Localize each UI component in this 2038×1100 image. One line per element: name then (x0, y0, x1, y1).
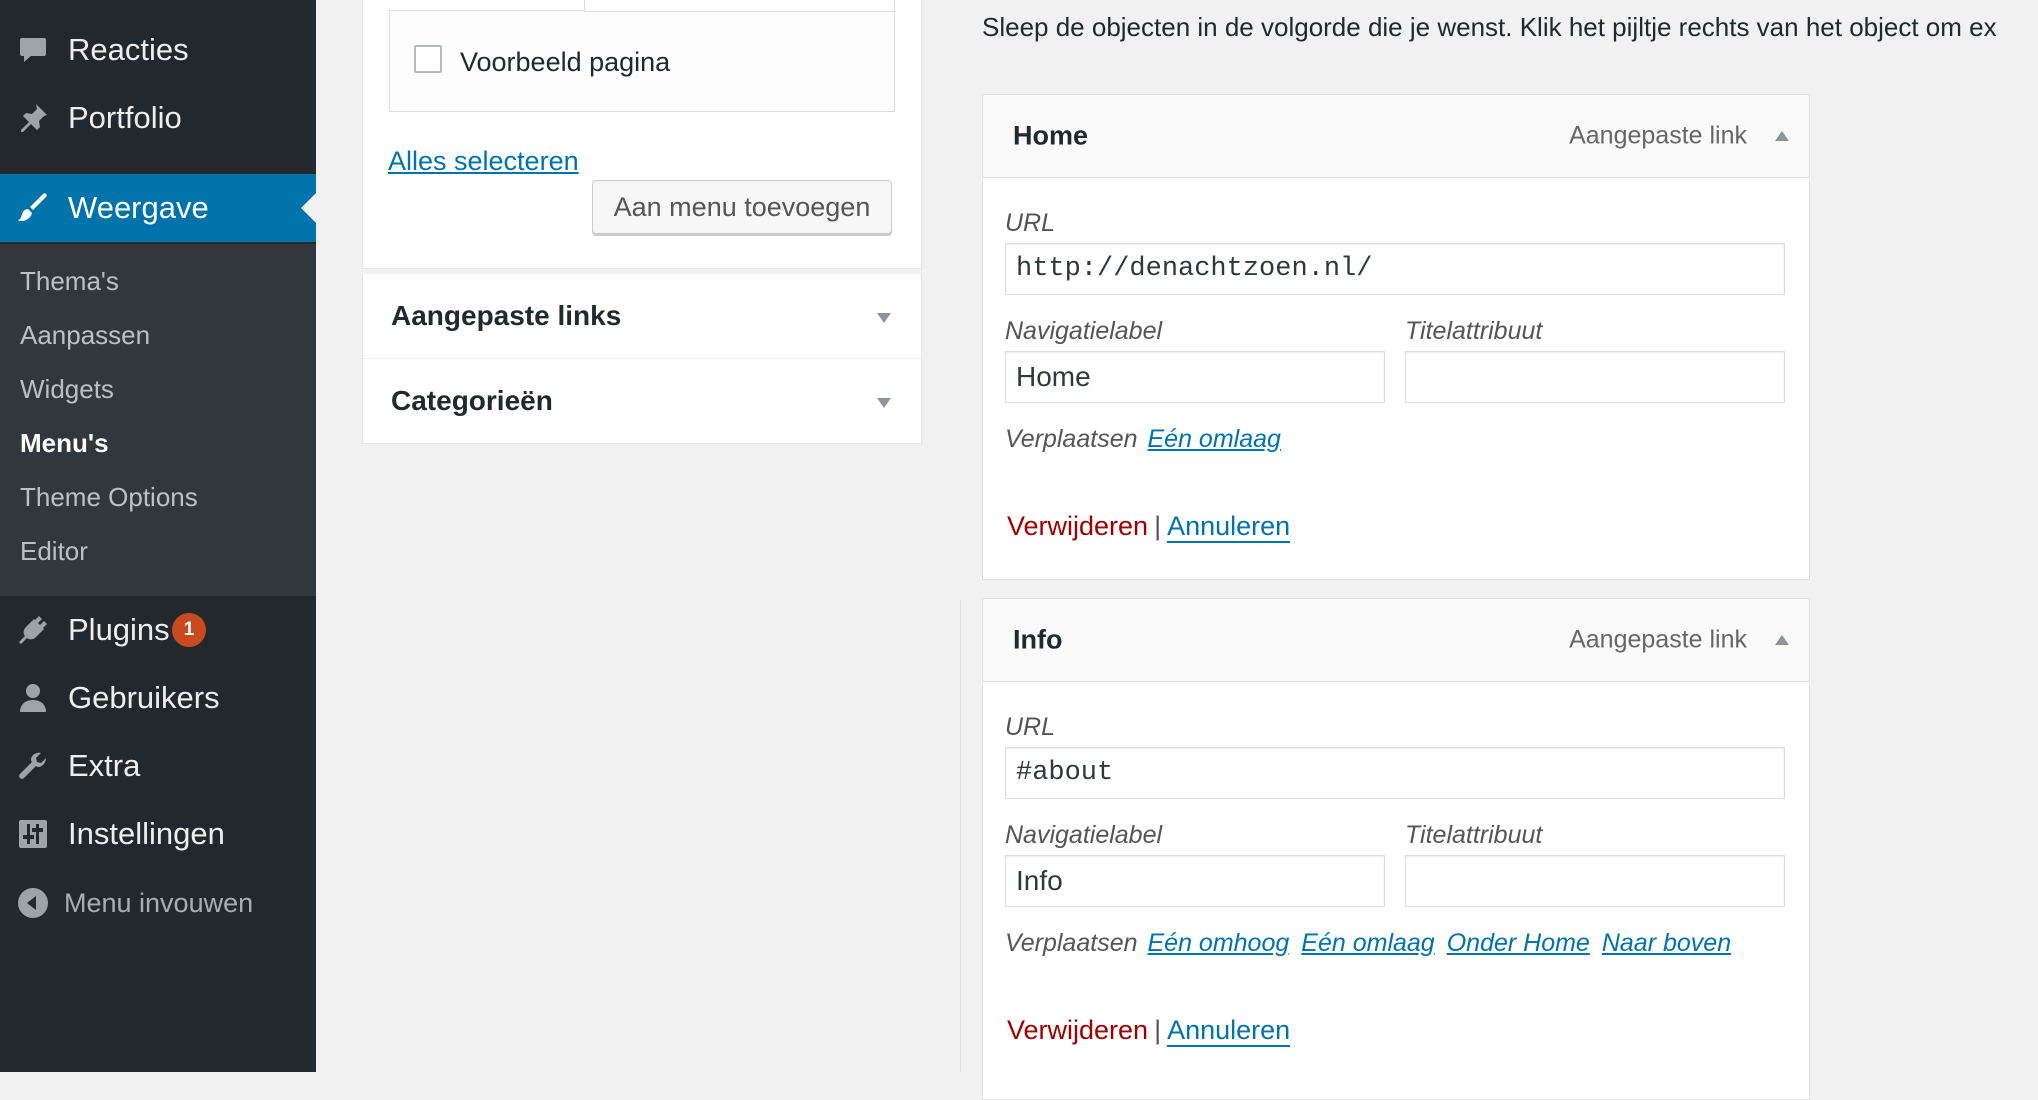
accordion-categories[interactable]: Categorieën (362, 358, 922, 444)
submenu-item-widgets[interactable]: Widgets (20, 374, 114, 405)
move-down-link[interactable]: Eén omlaag (1148, 425, 1281, 453)
separator: | (1154, 1015, 1162, 1045)
checkbox-label: Voorbeeld pagina (460, 47, 671, 77)
menu-item-type: Aangepaste link (1569, 121, 1747, 150)
menu-item-type: Aangepaste link (1569, 625, 1747, 654)
menu-label: Reacties (68, 32, 189, 67)
submenu-item-menus[interactable]: Menu's (20, 428, 109, 459)
select-all-link[interactable]: Alles selecteren (388, 146, 579, 177)
move-to-top-link[interactable]: Naar boven (1602, 929, 1731, 957)
expand-arrow-icon (877, 398, 891, 408)
collapse-label: Menu invouwen (64, 887, 254, 918)
paintbrush-icon (16, 191, 50, 225)
collapse-menu-button[interactable]: Menu invouwen (0, 870, 316, 936)
nav-label-label: Navigatielabel (1005, 821, 1163, 849)
appearance-submenu: Thema's Aanpassen Widgets Menu's Theme O… (0, 244, 316, 596)
menu-label: Gebruikers (68, 680, 220, 715)
title-attr-field[interactable] (1405, 855, 1785, 907)
menu-item-handle[interactable]: Home Aangepaste link (983, 95, 1809, 178)
menu-label: Instellingen (68, 816, 225, 851)
submenu-item-editor[interactable]: Editor (20, 536, 88, 567)
move-label: Verplaatsen (1005, 929, 1138, 957)
menu-label: Portfolio (68, 100, 182, 135)
cancel-link[interactable]: Annuleren (1167, 1015, 1291, 1047)
menu-item-reacties[interactable]: Reacties (0, 17, 316, 83)
item-actions: Verwijderen | Annuleren (1007, 511, 1291, 543)
accordion-title: Aangepaste links (391, 300, 622, 331)
nav-label-field[interactable]: Info (1005, 855, 1385, 907)
user-icon (16, 681, 50, 715)
nav-label-label: Navigatielabel (1005, 317, 1163, 345)
divider (960, 600, 961, 1072)
add-to-menu-button[interactable]: Aan menu toevoegen (592, 180, 892, 234)
collapse-arrow-icon[interactable] (1775, 635, 1789, 645)
submenu-item-theme-options[interactable]: Theme Options (20, 482, 198, 513)
url-label: URL (1005, 209, 1056, 237)
menu-label: Plugins (68, 612, 170, 647)
delete-link[interactable]: Verwijderen (1007, 511, 1148, 541)
accordion-custom-links[interactable]: Aangepaste links (362, 273, 922, 359)
move-down-link[interactable]: Eén omlaag (1301, 929, 1434, 957)
menu-item-portfolio[interactable]: Portfolio (0, 85, 316, 151)
move-row: Verplaatsen Eén omhoog Eén omlaag Onder Hom… (1005, 929, 1743, 958)
settings-sliders-icon (16, 817, 50, 851)
menu-item-handle[interactable]: Info Aangepaste link (983, 599, 1809, 682)
menu-label: Weergave (68, 190, 209, 225)
title-attr-label: Titelattribuut (1405, 821, 1543, 849)
pages-search-field[interactable] (584, 0, 895, 12)
submenu-item-themas[interactable]: Thema's (20, 266, 119, 297)
nav-label-field[interactable]: Home (1005, 351, 1385, 403)
move-up-link[interactable]: Eén omhoog (1148, 929, 1290, 957)
voorbeeld-pagina-checkbox[interactable] (414, 45, 442, 73)
collapse-arrow-icon[interactable] (1775, 131, 1789, 141)
menu-item-weergave[interactable]: Weergave (0, 174, 316, 242)
admin-sidebar: Reacties Portfolio Weergave Thema's Aanp… (0, 0, 316, 1072)
move-under-home-link[interactable]: Onder Home (1447, 929, 1590, 957)
cancel-link[interactable]: Annuleren (1167, 511, 1291, 543)
menu-item-extra[interactable]: Extra (0, 733, 316, 799)
title-attr-field[interactable] (1405, 351, 1785, 403)
pin-icon (16, 101, 50, 135)
menu-item-instellingen[interactable]: Instellingen (0, 801, 316, 867)
menu-item-info: Info Aangepaste link URL #about Navigati… (982, 598, 1810, 1100)
wrench-icon (16, 749, 50, 783)
accordion-title: Categorieën (391, 385, 553, 416)
separator: | (1154, 511, 1162, 541)
move-row: Verplaatsen Eén omlaag (1005, 425, 1293, 454)
title-attr-label: Titelattribuut (1405, 317, 1543, 345)
menu-item-home: Home Aangepaste link URL http://denachtz… (982, 94, 1810, 580)
submenu-item-aanpassen[interactable]: Aanpassen (20, 320, 150, 351)
update-count-badge: 1 (172, 613, 206, 647)
expand-arrow-icon (877, 313, 891, 323)
menu-instructions: Sleep de objecten in de volgorde die je … (982, 12, 1997, 42)
delete-link[interactable]: Verwijderen (1007, 1015, 1148, 1045)
item-actions: Verwijderen | Annuleren (1007, 1015, 1291, 1047)
url-label: URL (1005, 713, 1056, 741)
menu-item-title: Home (1013, 120, 1089, 151)
comment-icon (16, 33, 50, 67)
menu-item-gebruikers[interactable]: Gebruikers (0, 665, 316, 731)
menu-item-title: Info (1013, 624, 1063, 655)
move-label: Verplaatsen (1005, 425, 1138, 453)
menu-label: Extra (68, 748, 141, 783)
url-field[interactable]: http://denachtzoen.nl/ (1005, 243, 1785, 295)
plug-icon (16, 613, 50, 647)
collapse-arrow-icon (16, 886, 50, 920)
menu-item-plugins[interactable]: Plugins 1 (0, 597, 316, 663)
url-field[interactable]: #about (1005, 747, 1785, 799)
